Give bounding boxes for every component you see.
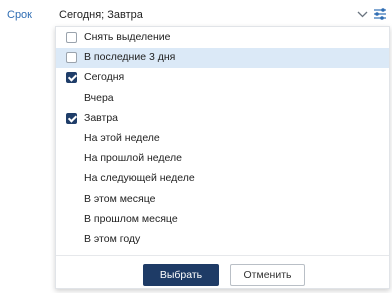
option-item[interactable]: В этом месяце bbox=[56, 190, 389, 210]
option-label: На следующей неделе bbox=[84, 172, 195, 185]
option-item[interactable]: Завтра bbox=[56, 109, 389, 129]
apply-button[interactable]: Выбрать bbox=[143, 264, 219, 286]
option-item[interactable]: В этом году bbox=[56, 230, 389, 250]
field-label: Срок bbox=[7, 9, 32, 21]
option-label: Завтра bbox=[84, 111, 119, 124]
option-item[interactable]: Вчера bbox=[56, 89, 389, 109]
option-label: В прошлом месяце bbox=[84, 212, 178, 225]
option-label: В этом месяце bbox=[84, 192, 156, 205]
option-label: На этой неделе bbox=[84, 132, 160, 144]
checkbox[interactable] bbox=[66, 32, 77, 43]
option-item[interactable]: В последние 3 дня bbox=[56, 48, 389, 69]
option-label: Сегодня bbox=[84, 71, 125, 84]
tune-icon[interactable] bbox=[373, 7, 387, 21]
option-label: В этом году bbox=[84, 233, 141, 245]
option-item[interactable]: В прошлом месяце bbox=[56, 210, 389, 230]
chevron-down-icon[interactable] bbox=[357, 11, 368, 18]
checkbox[interactable] bbox=[66, 52, 77, 64]
checkbox-checked[interactable] bbox=[66, 72, 77, 84]
field-value[interactable]: Сегодня; Завтра bbox=[59, 9, 143, 21]
dropdown-footer: Выбрать Отменить bbox=[56, 255, 389, 288]
option-label: На прошлой неделе bbox=[84, 152, 182, 165]
option-item[interactable]: На прошлой неделе bbox=[56, 149, 389, 169]
option-label: Снять выделение bbox=[84, 31, 171, 43]
option-item[interactable]: Сегодня bbox=[56, 68, 389, 88]
dropdown-panel: Снять выделение В последние 3 дня Сегодня В… bbox=[55, 26, 390, 289]
option-item[interactable]: Снять выделение bbox=[56, 28, 389, 48]
checkbox-checked[interactable] bbox=[66, 112, 77, 124]
cancel-button[interactable]: Отменить bbox=[230, 264, 305, 286]
option-item[interactable]: На следующей неделе bbox=[56, 169, 389, 189]
option-label: В последние 3 дня bbox=[84, 51, 176, 64]
option-label: Вчера bbox=[84, 91, 114, 104]
option-item[interactable]: На этой неделе bbox=[56, 129, 389, 149]
